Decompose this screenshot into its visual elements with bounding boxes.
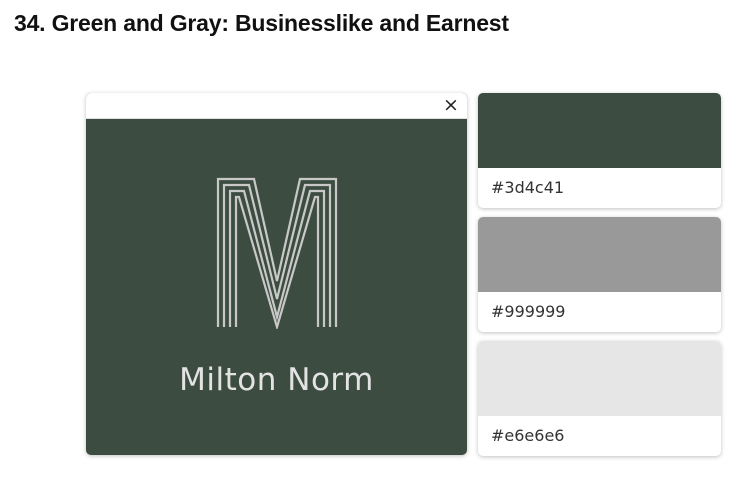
color-swatch-dark-green[interactable]: #3d4c41 (478, 93, 721, 208)
swatch-hex-label: #3d4c41 (491, 178, 565, 197)
logo-brand-name: Milton Norm (179, 362, 374, 398)
swatch-hex-label: #999999 (491, 302, 566, 321)
color-swatch-gray[interactable]: #999999 (478, 217, 721, 332)
swatch-color-block (478, 341, 721, 416)
color-swatch-light-gray[interactable]: #e6e6e6 (478, 341, 721, 456)
page-title: 34. Green and Gray: Businesslike and Ear… (14, 10, 509, 36)
close-icon[interactable]: × (441, 95, 461, 115)
swatch-color-block (478, 93, 721, 168)
logo-preview-card: × Milton Norm (86, 93, 467, 455)
swatch-color-block (478, 217, 721, 292)
preview-topbar: × (86, 93, 467, 119)
letter-m-logo-icon (216, 177, 338, 329)
swatch-hex-label: #e6e6e6 (491, 426, 565, 445)
preview-canvas: Milton Norm (86, 119, 467, 455)
